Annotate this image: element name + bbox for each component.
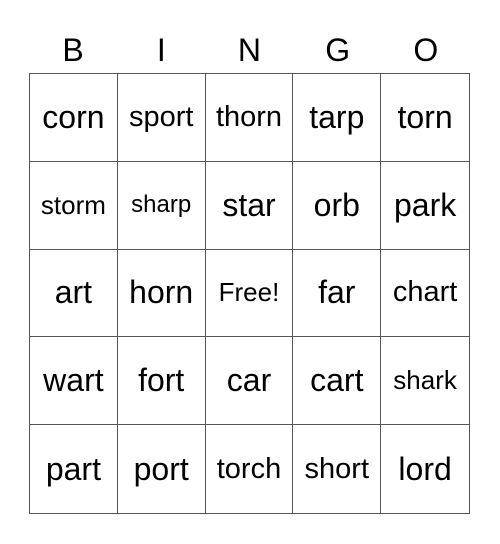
- bingo-cell[interactable]: shark: [381, 337, 469, 426]
- bingo-cell[interactable]: tarp: [293, 74, 382, 162]
- bingo-cell[interactable]: wart: [30, 337, 118, 426]
- bingo-cell[interactable]: part: [30, 425, 118, 513]
- header-letter-o: O: [413, 32, 439, 68]
- bingo-cell[interactable]: star: [205, 161, 294, 250]
- bingo-cell[interactable]: orb: [293, 161, 382, 250]
- header-letter-n: N: [237, 32, 262, 68]
- bingo-cell[interactable]: short: [293, 425, 382, 513]
- header-letter-b: B: [62, 32, 84, 68]
- bingo-cell[interactable]: sharp: [117, 161, 206, 250]
- bingo-cell[interactable]: sport: [117, 74, 206, 162]
- bingo-cell[interactable]: storm: [30, 161, 118, 250]
- bingo-cell[interactable]: torn: [381, 74, 469, 162]
- bingo-header: B I N G O: [29, 28, 470, 72]
- header-letter-i: I: [156, 32, 166, 68]
- bingo-cell[interactable]: chart: [381, 250, 469, 338]
- bingo-cell[interactable]: cart: [293, 337, 382, 426]
- bingo-cell[interactable]: horn: [117, 249, 206, 338]
- bingo-cell[interactable]: corn: [30, 74, 118, 162]
- bingo-cell[interactable]: fort: [117, 337, 206, 426]
- free-space-cell[interactable]: Free!: [205, 249, 294, 338]
- bingo-cell[interactable]: port: [118, 425, 206, 513]
- bingo-cell[interactable]: thorn: [205, 74, 294, 162]
- bingo-grid: corn sport thorn tarp torn storm sharp s…: [29, 73, 470, 514]
- bingo-cell[interactable]: art: [30, 249, 118, 338]
- bingo-cell[interactable]: lord: [381, 425, 469, 513]
- bingo-cell[interactable]: park: [381, 162, 469, 250]
- header-letter-g: G: [325, 32, 351, 68]
- bingo-cell[interactable]: car: [205, 337, 294, 426]
- bingo-cell[interactable]: torch: [206, 425, 294, 513]
- bingo-cell[interactable]: far: [293, 249, 382, 338]
